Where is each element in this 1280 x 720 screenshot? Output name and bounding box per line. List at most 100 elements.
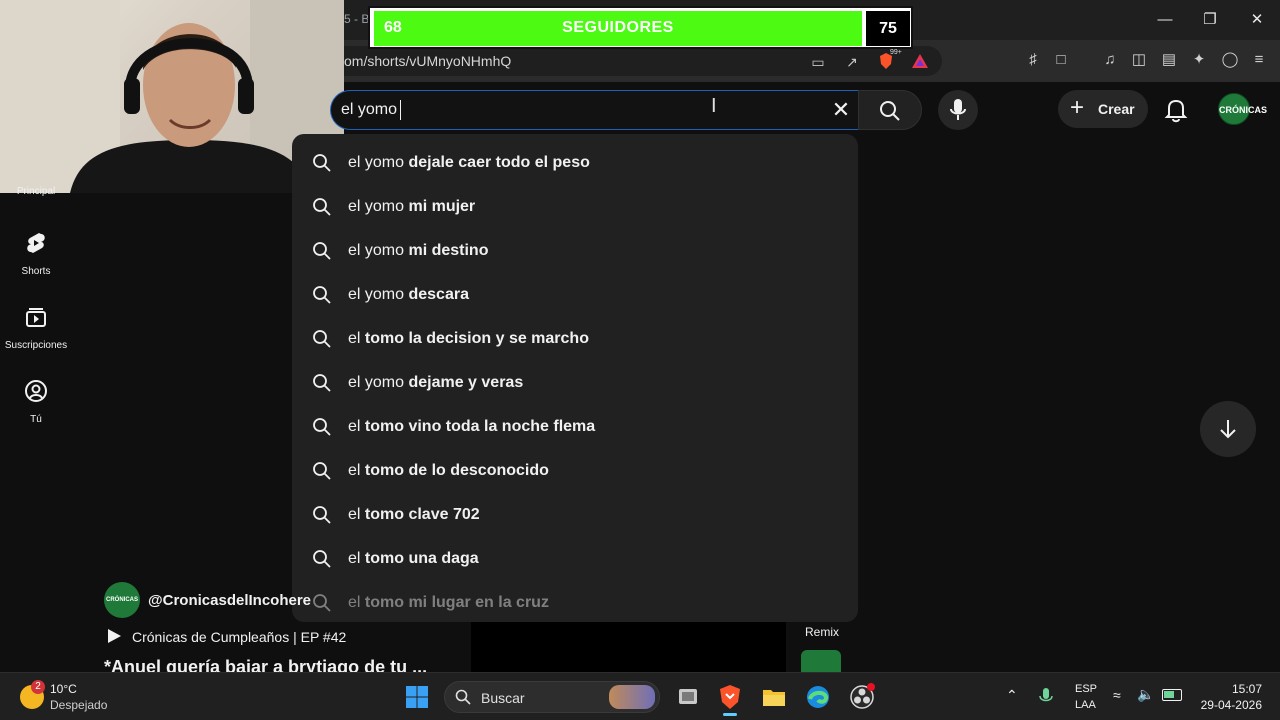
search-icon xyxy=(313,374,331,392)
sidebar-item-label: Suscripciones xyxy=(4,340,68,351)
clock-time[interactable]: 15:07 xyxy=(1200,682,1262,696)
url-text[interactable]: om/shorts/vUMnyoNHmhQ xyxy=(344,53,511,69)
brave-browser-icon[interactable] xyxy=(716,683,744,716)
search-icon xyxy=(313,198,331,216)
video-player[interactable] xyxy=(471,622,786,672)
taskbar-search[interactable]: Buscar xyxy=(444,681,660,713)
sidebar-item-principal[interactable]: Principal xyxy=(0,186,72,197)
brave-rewards-icon[interactable] xyxy=(910,52,930,72)
search-button[interactable] xyxy=(858,90,922,130)
edge-browser-icon[interactable] xyxy=(804,683,832,711)
clear-search-button[interactable]: ✕ xyxy=(826,96,856,124)
channel-avatar[interactable]: CRÓNICAS xyxy=(104,582,140,618)
extensions-icon[interactable]: ♯ xyxy=(1022,49,1044,71)
followers-goal: 75 xyxy=(866,11,910,46)
sidebar-item-you[interactable]: Tú xyxy=(0,379,72,425)
suggestion-text: el yomo mi destino xyxy=(348,242,489,259)
search-icon xyxy=(313,330,331,348)
microphone-icon xyxy=(950,99,966,120)
remix-thumbnail[interactable] xyxy=(801,650,841,672)
subscriptions-icon xyxy=(26,308,46,327)
language-indicator[interactable]: ESP xyxy=(1075,683,1097,695)
minimize-icon[interactable]: — xyxy=(1152,8,1178,32)
voice-search-button[interactable] xyxy=(938,90,978,130)
tray-chevron-up-icon[interactable]: ⌃ xyxy=(1006,687,1018,704)
suggestion-text: el yomo dejame y veras xyxy=(348,374,524,391)
suggestion-text: el yomo descara xyxy=(348,286,469,303)
weather-temp[interactable]: 10°C xyxy=(50,682,77,696)
volume-icon[interactable]: 🔈 xyxy=(1137,686,1154,703)
battery-icon[interactable] xyxy=(1162,689,1182,701)
search-icon xyxy=(313,550,331,568)
suggestion-item[interactable]: el yomo dejale caer todo el peso xyxy=(292,141,858,185)
search-highlight-image xyxy=(609,685,655,709)
suggestion-text: el tomo mi lugar en la cruz xyxy=(348,594,549,611)
text-caret xyxy=(400,100,401,120)
windows-start-icon[interactable] xyxy=(405,685,429,709)
suggestion-item[interactable]: el tomo la decision y se marcho xyxy=(292,317,858,361)
search-icon xyxy=(313,286,331,304)
channel-name[interactable]: @CronicasdelIncohere xyxy=(148,592,311,609)
suggestion-item[interactable]: el yomo mi mujer xyxy=(292,185,858,229)
close-window-icon[interactable]: ✕ xyxy=(1244,8,1270,32)
create-button[interactable]: + Crear xyxy=(1058,90,1148,128)
suggestion-text: el yomo dejale caer todo el peso xyxy=(348,154,590,171)
suggestion-item[interactable]: el yomo dejame y veras xyxy=(292,361,858,405)
play-icon xyxy=(108,629,121,643)
bell-icon xyxy=(1164,99,1188,123)
windows-taskbar: 2 10°C Despejado Buscar ⌃ ESP LAA ≈ 🔈 15… xyxy=(0,672,1280,720)
search-icon xyxy=(313,462,331,480)
sidebar-toggle-icon[interactable]: ◫ xyxy=(1128,49,1150,71)
suggestion-text: el tomo de lo desconocido xyxy=(348,462,549,479)
tray-microphone-icon[interactable] xyxy=(1038,687,1054,707)
obs-studio-icon[interactable] xyxy=(848,683,876,711)
task-view-icon[interactable] xyxy=(674,683,702,711)
sidebar-item-subscriptions[interactable]: Suscripciones xyxy=(0,305,72,351)
account-avatar[interactable]: CRÓNICAS xyxy=(1218,93,1267,125)
search-box[interactable]: el yomo xyxy=(330,90,858,130)
cast-icon[interactable]: ▭ xyxy=(808,52,828,72)
wifi-icon[interactable]: ≈ xyxy=(1113,687,1121,703)
restore-icon[interactable]: ❐ xyxy=(1197,8,1223,32)
wallet-icon[interactable]: ▤ xyxy=(1158,49,1180,71)
share-icon[interactable]: ↗ xyxy=(842,52,862,72)
media-icon[interactable]: ♫ xyxy=(1099,49,1121,71)
weather-desc[interactable]: Despejado xyxy=(50,698,107,712)
suggestion-item[interactable]: el yomo descara xyxy=(292,273,858,317)
address-bar[interactable]: om/shorts/vUMnyoNHmhQ ▭ ↗ 99+ xyxy=(330,46,942,76)
shields-badge: 99+ xyxy=(890,49,902,56)
next-short-button[interactable] xyxy=(1200,401,1256,457)
vpn-icon[interactable]: ◯ xyxy=(1219,49,1241,71)
file-explorer-icon[interactable] xyxy=(760,683,788,711)
suggestion-item[interactable]: el tomo clave 702 xyxy=(292,493,858,537)
tab-title-fragment[interactable]: 5 - B xyxy=(344,12,369,26)
suggestion-item[interactable]: el tomo una daga xyxy=(292,537,858,581)
suggestion-text: el yomo mi mujer xyxy=(348,198,476,215)
user-icon xyxy=(25,380,47,402)
remix-label[interactable]: Remix xyxy=(805,625,839,639)
search-icon xyxy=(313,506,331,524)
leo-ai-icon[interactable]: ✦ xyxy=(1188,49,1210,71)
sidebar-item-shorts[interactable]: Shorts xyxy=(0,231,72,277)
text-cursor-icon: I xyxy=(711,95,717,117)
arrow-down-icon xyxy=(1220,420,1236,439)
suggestion-item[interactable]: el tomo vino toda la noche flema xyxy=(292,405,858,449)
menu-icon[interactable]: ≡ xyxy=(1248,49,1270,71)
sidebar-item-label: Principal xyxy=(16,186,56,197)
followers-title: SEGUIDORES xyxy=(562,19,674,36)
clock-date[interactable]: 29-04-2026 xyxy=(1194,698,1262,712)
search-icon xyxy=(313,154,331,172)
search-icon xyxy=(313,594,331,612)
suggestion-text: el tomo una daga xyxy=(348,550,479,567)
weather-badge: 2 xyxy=(31,680,45,694)
reader-mode-icon[interactable]: □ xyxy=(1050,49,1072,71)
create-label: Crear xyxy=(1098,101,1135,117)
notifications-button[interactable] xyxy=(1160,94,1192,126)
playlist-title[interactable]: Crónicas de Cumpleaños | EP #42 xyxy=(132,629,346,645)
suggestion-item[interactable]: el yomo mi destino xyxy=(292,229,858,273)
plus-icon: + xyxy=(1070,94,1085,121)
language-layout[interactable]: LAA xyxy=(1075,699,1096,711)
suggestion-item[interactable]: el tomo mi lugar en la cruz xyxy=(292,581,858,625)
suggestion-item[interactable]: el tomo de lo desconocido xyxy=(292,449,858,493)
search-input[interactable]: el yomo xyxy=(341,101,401,119)
